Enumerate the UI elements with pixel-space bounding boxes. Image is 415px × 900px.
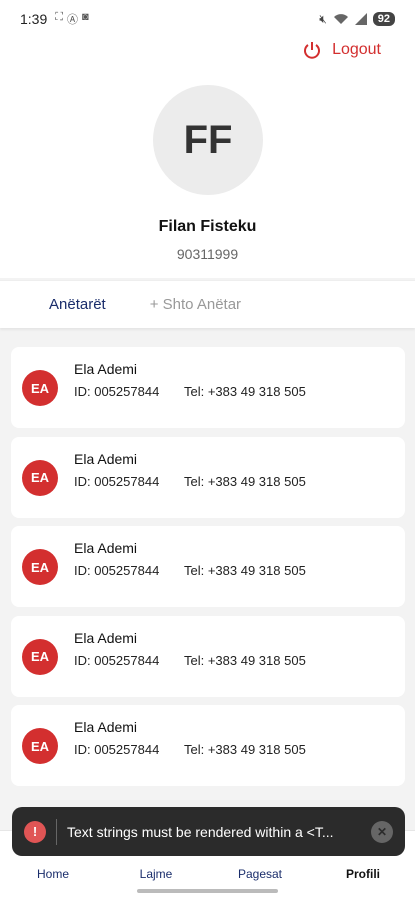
status-right: 🔇︎ 92 [319,12,395,27]
home-indicator[interactable] [137,889,278,893]
member-name: Ela Ademi [74,629,138,646]
nav-profile-label: Profili [345,867,380,881]
member-phone: Tel: +383 49 318 505 [184,473,306,489]
toast-message: Text strings must be rendered within a <… [67,823,334,840]
status-left: 1:39 ⛶ Ⓐ ◙ [20,11,89,27]
member-phone: Tel: +383 49 318 505 [184,742,306,757]
member-avatar: EA [22,459,58,496]
app-a-icon: Ⓐ [66,14,78,26]
nav-payments-label: Pagesat [237,867,283,881]
member-id: ID: 005257844 [74,384,160,399]
profile-avatar: FF [153,85,263,195]
member-avatar: EA [22,370,58,406]
member-id: ID: 005257844 [74,742,160,757]
tab-members[interactable]: Anëtarët [49,296,106,313]
member-id: ID: 005257844 [74,652,160,668]
logout-button[interactable]: Logout [302,40,381,60]
member-name: Ela Ademi [74,719,138,735]
wifi-icon [333,14,348,24]
nav-news-label: Lajme [139,867,173,881]
user-id: 90311999 [176,246,239,262]
toast-divider [56,818,57,845]
member-name: Ela Ademi [74,540,138,556]
signal-icon [354,13,367,25]
member-card[interactable]: EA Ela Ademi ID: 005257844 Tel: +383 49 … [11,615,405,697]
member-avatar: EA [22,728,58,764]
member-id: ID: 005257844 [74,473,160,489]
tab-add-member[interactable]: + Shto Anëtar [150,296,241,313]
member-avatar: EA [22,549,58,585]
logout-label: Logout [332,41,381,58]
scan-icon: ⛶ [55,11,63,23]
member-name: Ela Ademi [74,450,138,467]
instagram-icon: ◙ [81,11,89,23]
member-name: Ela Ademi [74,361,138,377]
user-name: Filan Fisteku [158,218,257,235]
status-time: 1:39 [20,11,48,27]
error-toast[interactable]: ! Text strings must be rendered within a… [12,807,405,856]
member-list: EA Ela Ademi ID: 005257844 Tel: +383 49 … [11,347,405,795]
nav-home-label: Home [36,867,69,881]
status-bar: 1:39 ⛶ Ⓐ ◙ 🔇︎ 92 [0,0,415,38]
member-card[interactable]: EA Ela Ademi ID: 005257844 Tel: +383 49 … [11,347,405,428]
power-icon [304,42,321,59]
member-tabs: Anëtarët + Shto Anëtar [0,280,415,328]
battery-indicator: 92 [372,12,395,26]
member-avatar: EA [22,638,58,675]
close-icon[interactable]: ✕ [371,820,393,843]
member-card[interactable]: EA Ela Ademi ID: 005257844 Tel: +383 49 … [11,705,405,786]
profile-header: Logout FF Filan Fisteku 90311999 [0,38,415,278]
member-card[interactable]: EA Ela Ademi ID: 005257844 Tel: +383 49 … [11,526,405,607]
member-phone: Tel: +383 49 318 505 [184,563,306,578]
member-phone: Tel: +383 49 318 505 [184,384,306,399]
member-phone: Tel: +383 49 318 505 [184,652,306,668]
member-id: ID: 005257844 [74,563,160,578]
error-icon: ! [24,820,46,843]
notification-icons: ⛶ Ⓐ ◙ [55,11,88,27]
member-card[interactable]: EA Ela Ademi ID: 005257844 Tel: +383 49 … [11,436,405,518]
mute-icon: 🔇︎ [319,11,327,26]
